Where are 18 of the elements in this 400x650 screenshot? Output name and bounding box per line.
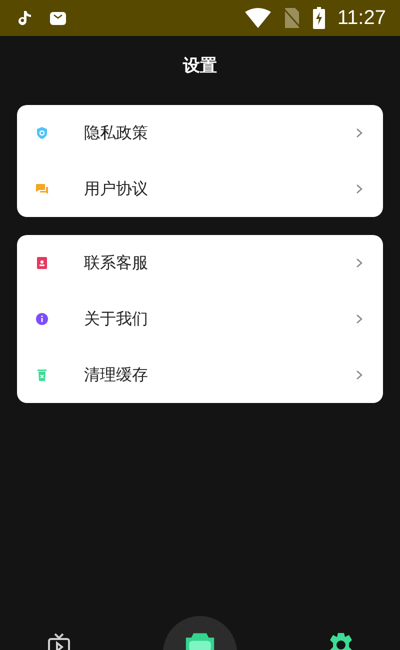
chevron-right-icon (356, 184, 363, 194)
settings-icon[interactable] (328, 632, 354, 650)
wifi-icon (245, 8, 272, 28)
page-title: 设置 (182, 55, 218, 78)
chevron-right-icon (356, 258, 363, 268)
chevron-right-icon (356, 128, 363, 138)
no-sim-icon (283, 8, 302, 28)
music-note-icon (18, 10, 32, 26)
settings-item[interactable]: 联系客服 (84, 252, 356, 274)
tv-icon[interactable] (46, 632, 72, 650)
chevron-right-icon (356, 370, 363, 380)
settings-item[interactable]: 关于我们 (84, 308, 356, 330)
settings-item[interactable]: 清理缓存 (84, 364, 356, 386)
battery-charging-icon (313, 7, 326, 29)
chevron-right-icon (356, 314, 363, 324)
settings-item[interactable]: 用户协议 (84, 178, 356, 200)
status-time: 11:27 (337, 6, 386, 30)
settings-item[interactable]: 隐私政策 (84, 122, 356, 144)
